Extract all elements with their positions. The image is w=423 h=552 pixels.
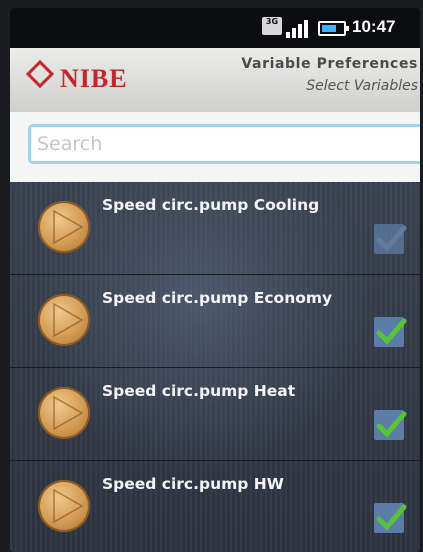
search-bar [10, 112, 420, 182]
signal-bars-icon [286, 18, 314, 38]
pump-icon [38, 294, 90, 346]
pump-icon [38, 201, 90, 253]
page-title: Variable Preferences [241, 56, 418, 72]
pump-icon [38, 480, 90, 532]
page-subtitle: Select Variables [306, 78, 418, 94]
list-item[interactable]: Speed circ.pump Heat [10, 368, 420, 461]
list-item[interactable]: Speed circ.pump HW [10, 461, 420, 552]
variable-label: Speed circ.pump Economy [102, 289, 333, 307]
variable-label: Speed circ.pump Heat [102, 382, 296, 400]
variable-label: Speed circ.pump HW [102, 475, 284, 493]
status-bar: 3G 10:47 [10, 8, 420, 48]
variable-list[interactable]: Speed circ.pump Cooling Speed circ.pump … [10, 182, 420, 552]
variable-checkbox[interactable] [374, 224, 407, 254]
nibe-logo: NIBE [25, 59, 128, 94]
list-item[interactable]: Speed circ.pump Economy [10, 275, 420, 368]
variable-checkbox[interactable] [374, 503, 407, 533]
list-item[interactable]: Speed circ.pump Cooling [10, 182, 420, 275]
variable-label: Speed circ.pump Cooling [102, 196, 320, 214]
battery-icon [318, 21, 349, 36]
variable-checkbox[interactable] [374, 317, 407, 347]
pump-icon [38, 387, 90, 439]
phone-screen: 3G 10:47 NIBE Variable Preferences Selec… [10, 8, 420, 552]
app-header: NIBE Variable Preferences Select Variabl… [10, 48, 420, 113]
status-time: 10:47 [352, 17, 396, 36]
network-3g-icon: 3G [262, 17, 282, 35]
variable-checkbox[interactable] [374, 410, 407, 440]
nibe-diamond-icon [25, 59, 55, 89]
logo-text: NIBE [60, 64, 128, 93]
search-input[interactable] [28, 124, 420, 164]
